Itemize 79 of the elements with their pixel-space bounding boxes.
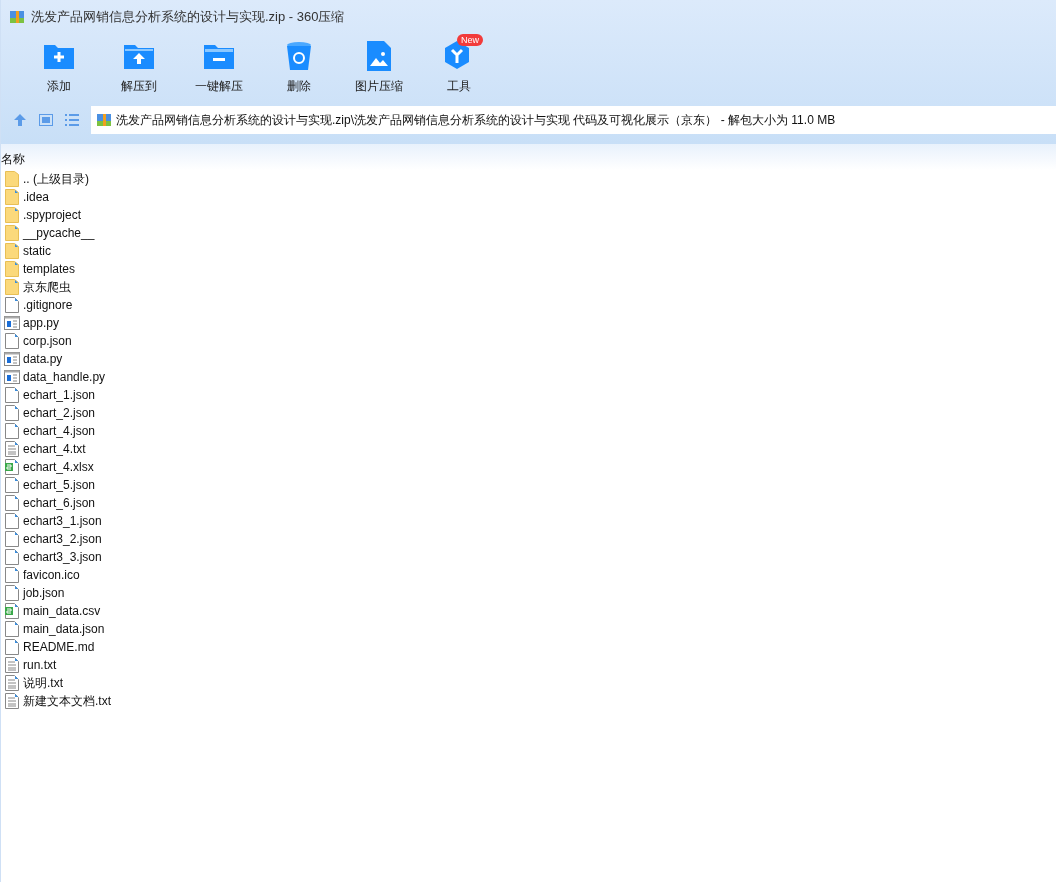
file-name[interactable]: __pycache__ <box>23 226 95 240</box>
folder-icon <box>4 261 20 277</box>
file-icon <box>4 297 20 313</box>
folder-icon <box>4 225 20 241</box>
column-header[interactable]: 名称 <box>1 151 25 168</box>
folder-icon <box>4 243 20 259</box>
folder-plus-icon <box>43 42 75 70</box>
text-file-icon <box>4 693 20 709</box>
file-name[interactable]: .gitignore <box>23 298 73 312</box>
text-file-icon <box>4 657 20 673</box>
file-icon <box>4 513 20 529</box>
new-badge: New <box>457 34 483 46</box>
file-name[interactable]: main_data.json <box>23 622 105 636</box>
text-file-icon <box>4 675 20 691</box>
file-icon <box>4 639 20 655</box>
file-name[interactable]: app.py <box>23 316 60 330</box>
file-name[interactable]: 京东爬虫 <box>23 278 71 296</box>
file-icon <box>4 495 20 511</box>
file-icon <box>4 333 20 349</box>
script-file-icon <box>4 370 20 384</box>
toolbar-button[interactable]: 删除 <box>259 34 339 100</box>
file-icon <box>4 531 20 547</box>
file-name[interactable]: main_data.csv <box>23 604 101 618</box>
file-name[interactable]: echart_2.json <box>23 406 96 420</box>
file-name[interactable]: data_handle.py <box>23 370 106 384</box>
folder-icon <box>4 207 20 223</box>
toolbar-button[interactable]: New 工具 <box>419 34 499 100</box>
script-file-icon <box>4 316 20 330</box>
file-name[interactable]: echart_4.json <box>23 424 96 438</box>
file-name[interactable]: echart3_2.json <box>23 532 102 546</box>
toolbar-button[interactable]: 一键解压 <box>179 34 259 100</box>
file-name[interactable]: .. (上级目录) <box>23 170 89 188</box>
recycle-bin-icon <box>286 41 312 71</box>
text-file-icon <box>4 441 20 457</box>
spreadsheet-file-icon <box>4 603 20 619</box>
file-name[interactable]: echart_6.json <box>23 496 96 510</box>
file-name[interactable]: echart3_3.json <box>23 550 102 564</box>
folder-minus-icon <box>203 42 235 70</box>
toolbar-button[interactable]: 图片压缩 <box>339 34 419 100</box>
spreadsheet-file-icon <box>4 459 20 475</box>
file-icon <box>4 405 20 421</box>
file-name[interactable]: .idea <box>23 190 50 204</box>
image-file-icon <box>367 41 391 71</box>
script-file-icon <box>4 352 20 366</box>
file-name[interactable]: static <box>23 244 51 258</box>
file-name[interactable]: echart_4.xlsx <box>23 460 94 474</box>
file-icon <box>4 423 20 439</box>
address-field[interactable]: 洗发产品网销信息分析系统的设计与实现.zip\洗发产品网销信息分析系统的设计与实现 代码及可视化展示（京东） - 解包大小为 11.0 MB <box>91 106 1056 134</box>
file-name[interactable]: .spyproject <box>23 208 82 222</box>
list-view-icon[interactable] <box>65 114 79 126</box>
folder-icon <box>4 189 20 205</box>
archive-icon <box>96 112 112 128</box>
folder-icon <box>4 279 20 295</box>
file-name[interactable]: templates <box>23 262 76 276</box>
file-icon <box>4 621 20 637</box>
toolbar-button[interactable]: 添加 <box>19 34 99 100</box>
file-name[interactable]: README.md <box>23 640 95 654</box>
file-name[interactable]: corp.json <box>23 334 72 348</box>
file-name[interactable]: 说明.txt <box>23 674 63 692</box>
file-name[interactable]: echart_1.json <box>23 388 96 402</box>
file-name[interactable]: echart3_1.json <box>23 514 102 528</box>
file-name[interactable]: echart_4.txt <box>23 442 86 456</box>
file-name[interactable]: favicon.ico <box>23 568 80 582</box>
file-name[interactable]: 新建文本文档.txt <box>23 692 111 710</box>
archive-icon <box>9 9 25 25</box>
file-icon <box>4 549 20 565</box>
up-arrow-icon[interactable] <box>13 113 27 127</box>
window-view-icon[interactable] <box>39 114 53 126</box>
file-name[interactable]: run.txt <box>23 658 57 672</box>
file-icon <box>4 585 20 601</box>
folder-upload-icon <box>123 42 155 70</box>
file-name[interactable]: echart_5.json <box>23 478 96 492</box>
toolbar-button[interactable]: 解压到 <box>99 34 179 100</box>
file-name[interactable]: data.py <box>23 352 63 366</box>
window-title: 洗发产品网销信息分析系统的设计与实现.zip - 360压缩 <box>31 8 345 26</box>
file-icon <box>4 387 20 403</box>
file-icon <box>4 567 20 583</box>
file-icon <box>4 477 20 493</box>
file-name[interactable]: job.json <box>23 586 65 600</box>
